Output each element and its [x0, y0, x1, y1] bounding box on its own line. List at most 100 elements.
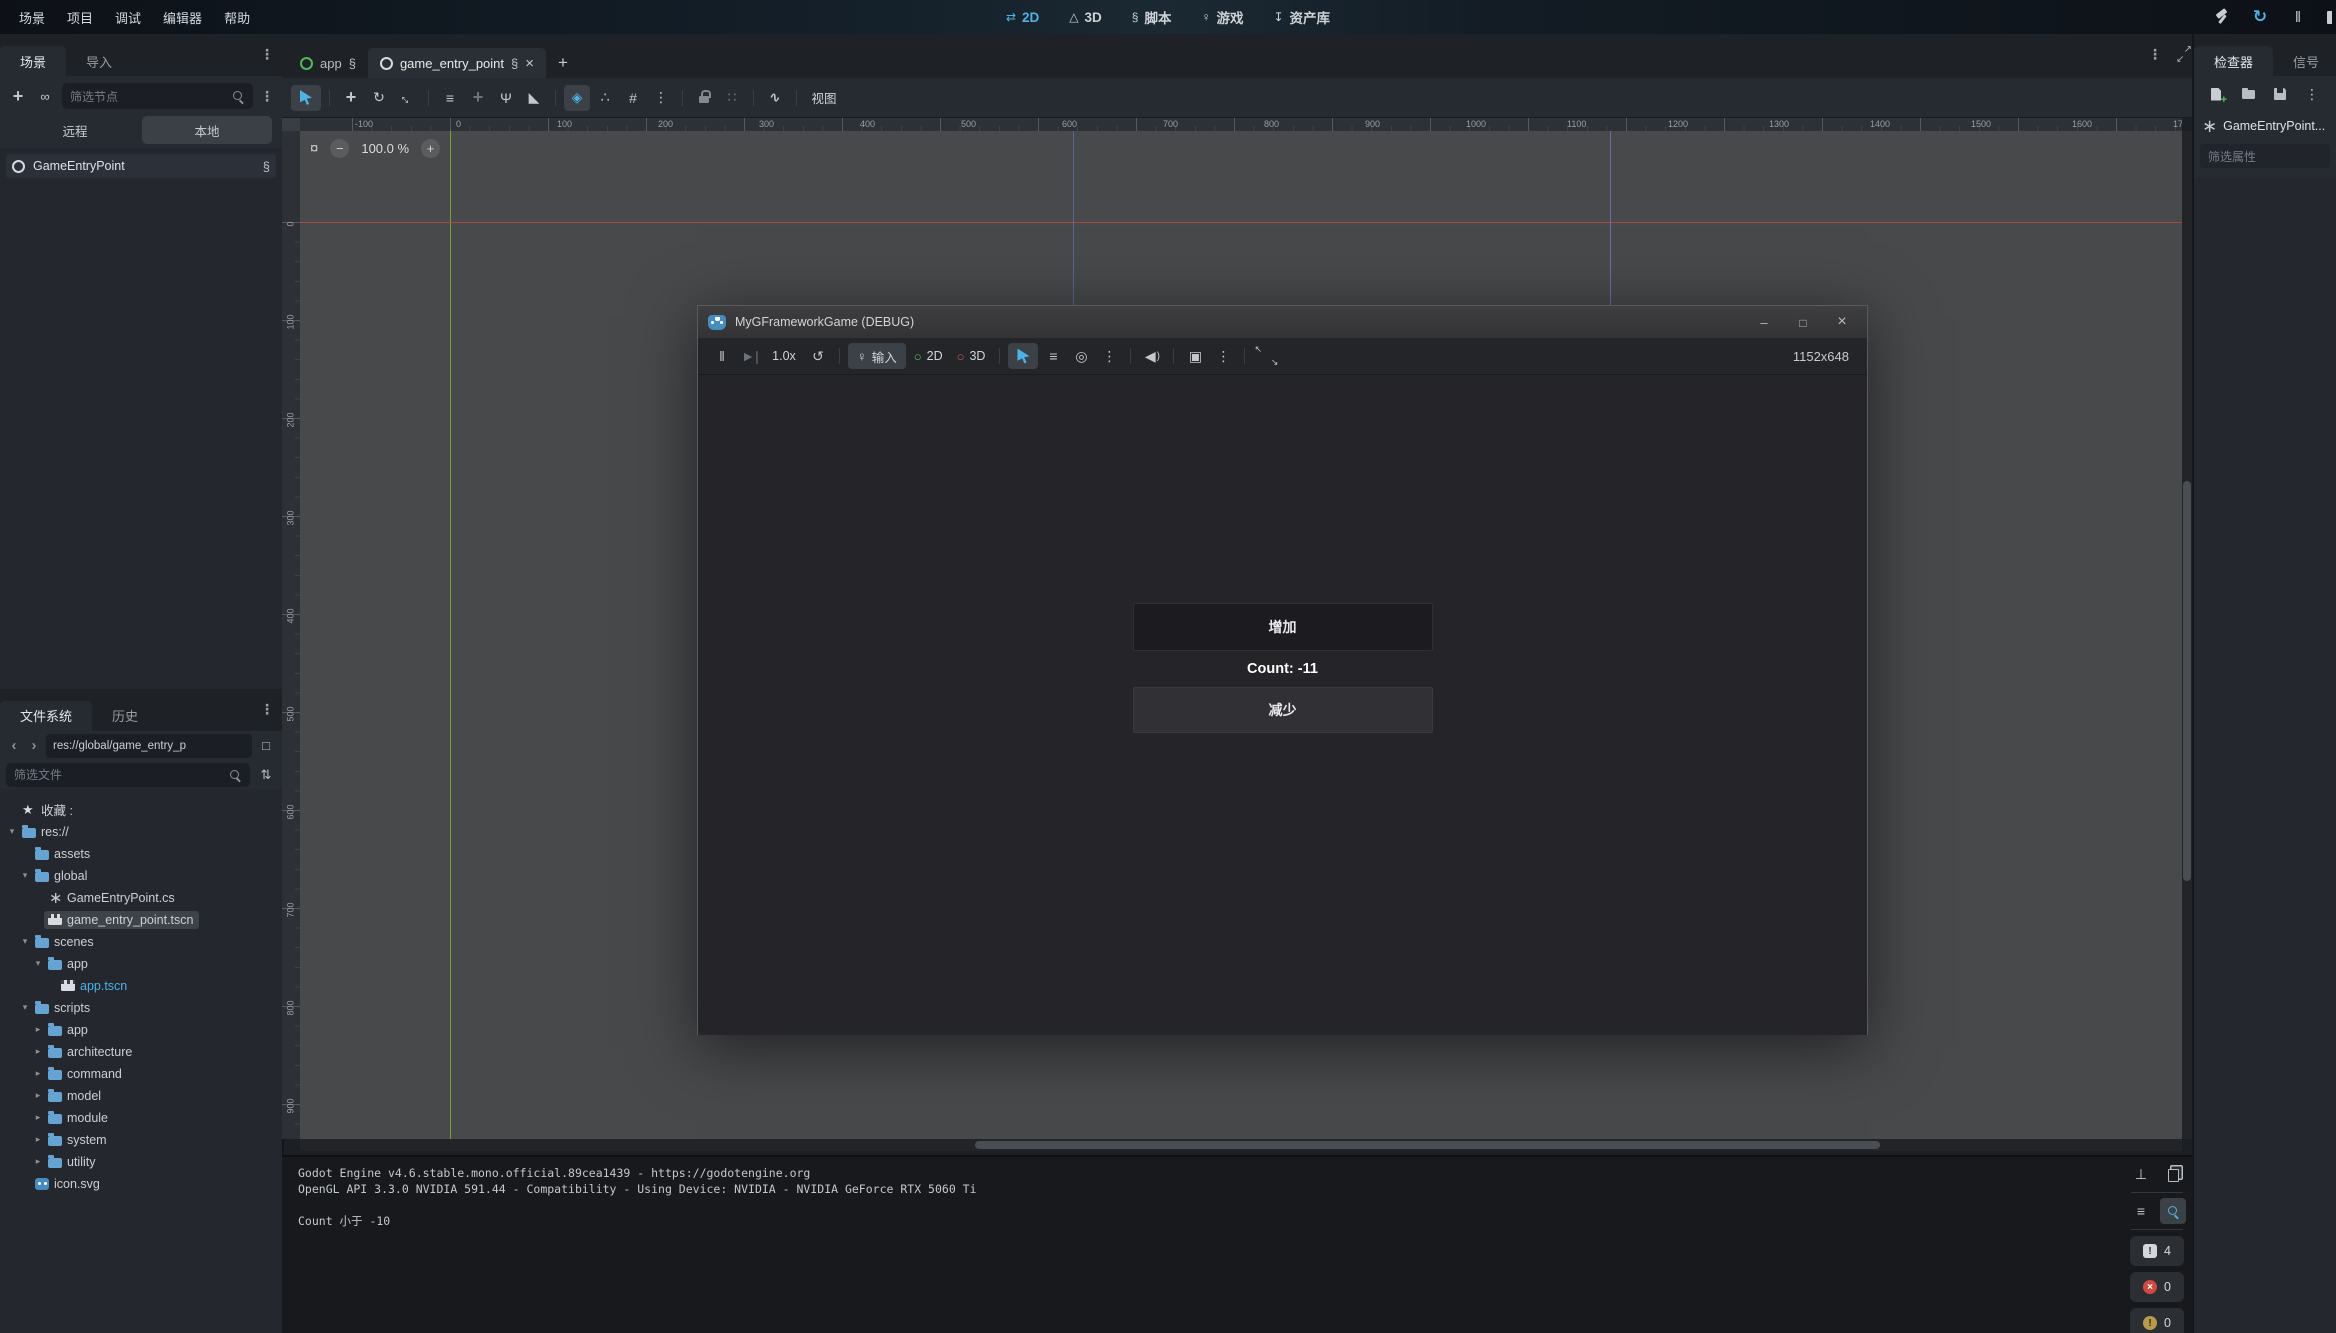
warnings-badge[interactable]: ! 0	[2130, 1308, 2184, 1333]
folder-scripts[interactable]: ▾ scripts	[0, 997, 282, 1019]
script-icon[interactable]	[263, 159, 270, 174]
new-resource-icon[interactable]	[2203, 81, 2229, 107]
skeleton-options-icon[interactable]: ∿	[762, 85, 788, 111]
game-window-titlebar[interactable]: MyGFrameworkGame (DEBUG)	[698, 306, 1867, 338]
folder-module[interactable]: ▸ module	[0, 1107, 282, 1129]
select-tool[interactable]	[291, 85, 321, 111]
reload-icon[interactable]: ↻	[2251, 7, 2269, 27]
nav-back-icon[interactable]: ‹	[6, 737, 22, 754]
menu-item[interactable]: 调试	[104, 8, 152, 27]
debug-suspend-icon[interactable]: ‖	[709, 343, 735, 369]
filter-nodes-input[interactable]: 筛选节点	[62, 83, 253, 109]
copy-output-icon[interactable]	[2160, 1161, 2186, 1187]
maximize-icon[interactable]	[1788, 315, 1818, 330]
new-tab-icon[interactable]: +	[546, 48, 580, 78]
horizontal-ruler[interactable]: -100010020030040050060070080090010001100…	[300, 118, 2182, 131]
next-frame-icon[interactable]: ►|	[737, 343, 763, 369]
folder-scenes[interactable]: ▾ scenes	[0, 931, 282, 953]
sort-files-icon[interactable]	[256, 764, 276, 786]
position-select-tool[interactable]: +	[465, 85, 491, 111]
vertical-scrollbar[interactable]	[2182, 131, 2192, 1139]
increase-button[interactable]: 增加	[1133, 603, 1433, 651]
folder-assets[interactable]: assets	[0, 843, 282, 865]
add-node-icon[interactable]: +	[8, 85, 28, 107]
remote-button[interactable]: 远程	[10, 116, 140, 144]
speed-button[interactable]: 1.0x	[765, 343, 803, 369]
filesystem-dock-menu-icon[interactable]	[260, 701, 274, 718]
tab-app-scene[interactable]: app	[288, 48, 368, 78]
zoom-out-icon[interactable]: −	[330, 139, 349, 158]
horizontal-scrollbar[interactable]	[300, 1139, 2182, 1151]
movie-camera-icon[interactable]: ▣	[1182, 343, 1208, 369]
menu-item[interactable]: 编辑器	[152, 8, 213, 27]
filter-files-input[interactable]: 筛选文件	[6, 763, 250, 787]
nav-forward-icon[interactable]: ›	[26, 737, 42, 754]
camera-override-icon[interactable]: ◎	[1068, 343, 1094, 369]
folder-res[interactable]: ▾ res://	[0, 821, 282, 843]
scene-toolbar-menu-icon[interactable]	[260, 88, 274, 105]
file-gameentrypoint-cs[interactable]: GameEntryPoint.cs	[0, 887, 282, 909]
folder-architecture[interactable]: ▸ architecture	[0, 1041, 282, 1063]
split-mode-icon[interactable]	[256, 735, 276, 757]
expand-viewport-icon[interactable]	[2176, 47, 2192, 62]
node-picker-icon[interactable]: ≡	[1040, 343, 1066, 369]
audio-mute-icon[interactable]: ◀	[1139, 343, 1165, 369]
vscroll-thumb[interactable]	[2183, 481, 2191, 881]
vertical-ruler[interactable]: 0100200300400500600700800900	[282, 131, 300, 1139]
clipped-icon[interactable]	[2327, 11, 2332, 24]
speed-reset-icon[interactable]: ↺	[805, 343, 831, 369]
mode-3d-button[interactable]: 3D	[951, 343, 992, 369]
local-button[interactable]: 本地	[142, 116, 272, 144]
pause-icon[interactable]: ‖	[2289, 7, 2307, 27]
view-menu[interactable]: 视图	[805, 85, 843, 111]
workspace-game[interactable]: ♀ 游戏	[1201, 7, 1243, 27]
hscroll-thumb[interactable]	[975, 1141, 1880, 1149]
tab-game-entry-point-scene[interactable]: game_entry_point	[368, 48, 546, 78]
load-resource-icon[interactable]	[2235, 81, 2261, 107]
zoom-in-icon[interactable]: +	[421, 139, 440, 158]
game-more-menu[interactable]: ⋮	[1096, 343, 1122, 369]
file-game-entry-point-tscn[interactable]: game_entry_point.tscn	[0, 909, 282, 931]
workspace-assetlib[interactable]: ↧ 资产库	[1273, 7, 1330, 27]
folder-utility[interactable]: ▸ utility	[0, 1151, 282, 1173]
snap-options-menu[interactable]: ⋮	[648, 85, 674, 111]
game-window[interactable]: MyGFrameworkGame (DEBUG) ‖ ►| 1.0x ↺ 输入	[697, 305, 1868, 1035]
search-output-icon[interactable]	[2160, 1198, 2186, 1224]
folder-command[interactable]: ▸ command	[0, 1063, 282, 1085]
scale-tool[interactable]: ↔	[394, 85, 420, 111]
tab-import[interactable]: 导入	[66, 46, 132, 76]
inspected-node-row[interactable]: GameEntryPoint...	[2194, 112, 2336, 140]
errors-badge[interactable]: × 0	[2130, 1272, 2184, 1302]
move-tool[interactable]: +	[338, 85, 364, 111]
inspector-menu-icon[interactable]: ⋮	[2299, 81, 2325, 107]
zoom-level[interactable]: 100.0 %	[361, 141, 409, 156]
workspace-3d[interactable]: △ 3D	[1069, 10, 1102, 25]
build-hammer-icon[interactable]	[2213, 8, 2231, 26]
close-tab-icon[interactable]	[525, 55, 534, 72]
folder-app[interactable]: ▾ app	[0, 953, 282, 975]
tabstrip-menu-icon[interactable]	[2148, 46, 2162, 63]
clear-output-icon[interactable]: ⊥	[2128, 1161, 2154, 1187]
workspace-2d[interactable]: ⇄ 2D	[1006, 10, 1039, 25]
menu-item[interactable]: 项目	[56, 8, 104, 27]
filter-properties-input[interactable]: 筛选属性	[2200, 144, 2330, 168]
grid-snap-toggle[interactable]: #	[620, 85, 646, 111]
scene-dock-menu-icon[interactable]	[260, 46, 274, 63]
save-resource-icon[interactable]	[2267, 81, 2293, 107]
current-path[interactable]: res://global/game_entry_p	[46, 734, 252, 758]
workspace-script[interactable]: § 脚本	[1132, 7, 1172, 27]
mode-2d-button[interactable]: 2D	[908, 343, 949, 369]
smart-snap-toggle[interactable]: ∴	[592, 85, 618, 111]
fullscreen-icon[interactable]	[1253, 343, 1279, 369]
group-node-icon[interactable]: ∷	[719, 85, 745, 111]
folder-model[interactable]: ▸ model	[0, 1085, 282, 1107]
messages-badge[interactable]: ! 4	[2130, 1236, 2184, 1266]
tab-signals[interactable]: 信号	[2273, 46, 2336, 76]
folder-scripts-app[interactable]: ▸ app	[0, 1019, 282, 1041]
center-view-icon[interactable]: ¤	[310, 140, 318, 157]
folder-system[interactable]: ▸ system	[0, 1129, 282, 1151]
ruler-tool[interactable]: ◣	[521, 85, 547, 111]
list-select-tool[interactable]: ≡	[437, 85, 463, 111]
menu-item[interactable]: 帮助	[213, 8, 261, 27]
rotate-tool[interactable]: ↻	[366, 85, 392, 111]
